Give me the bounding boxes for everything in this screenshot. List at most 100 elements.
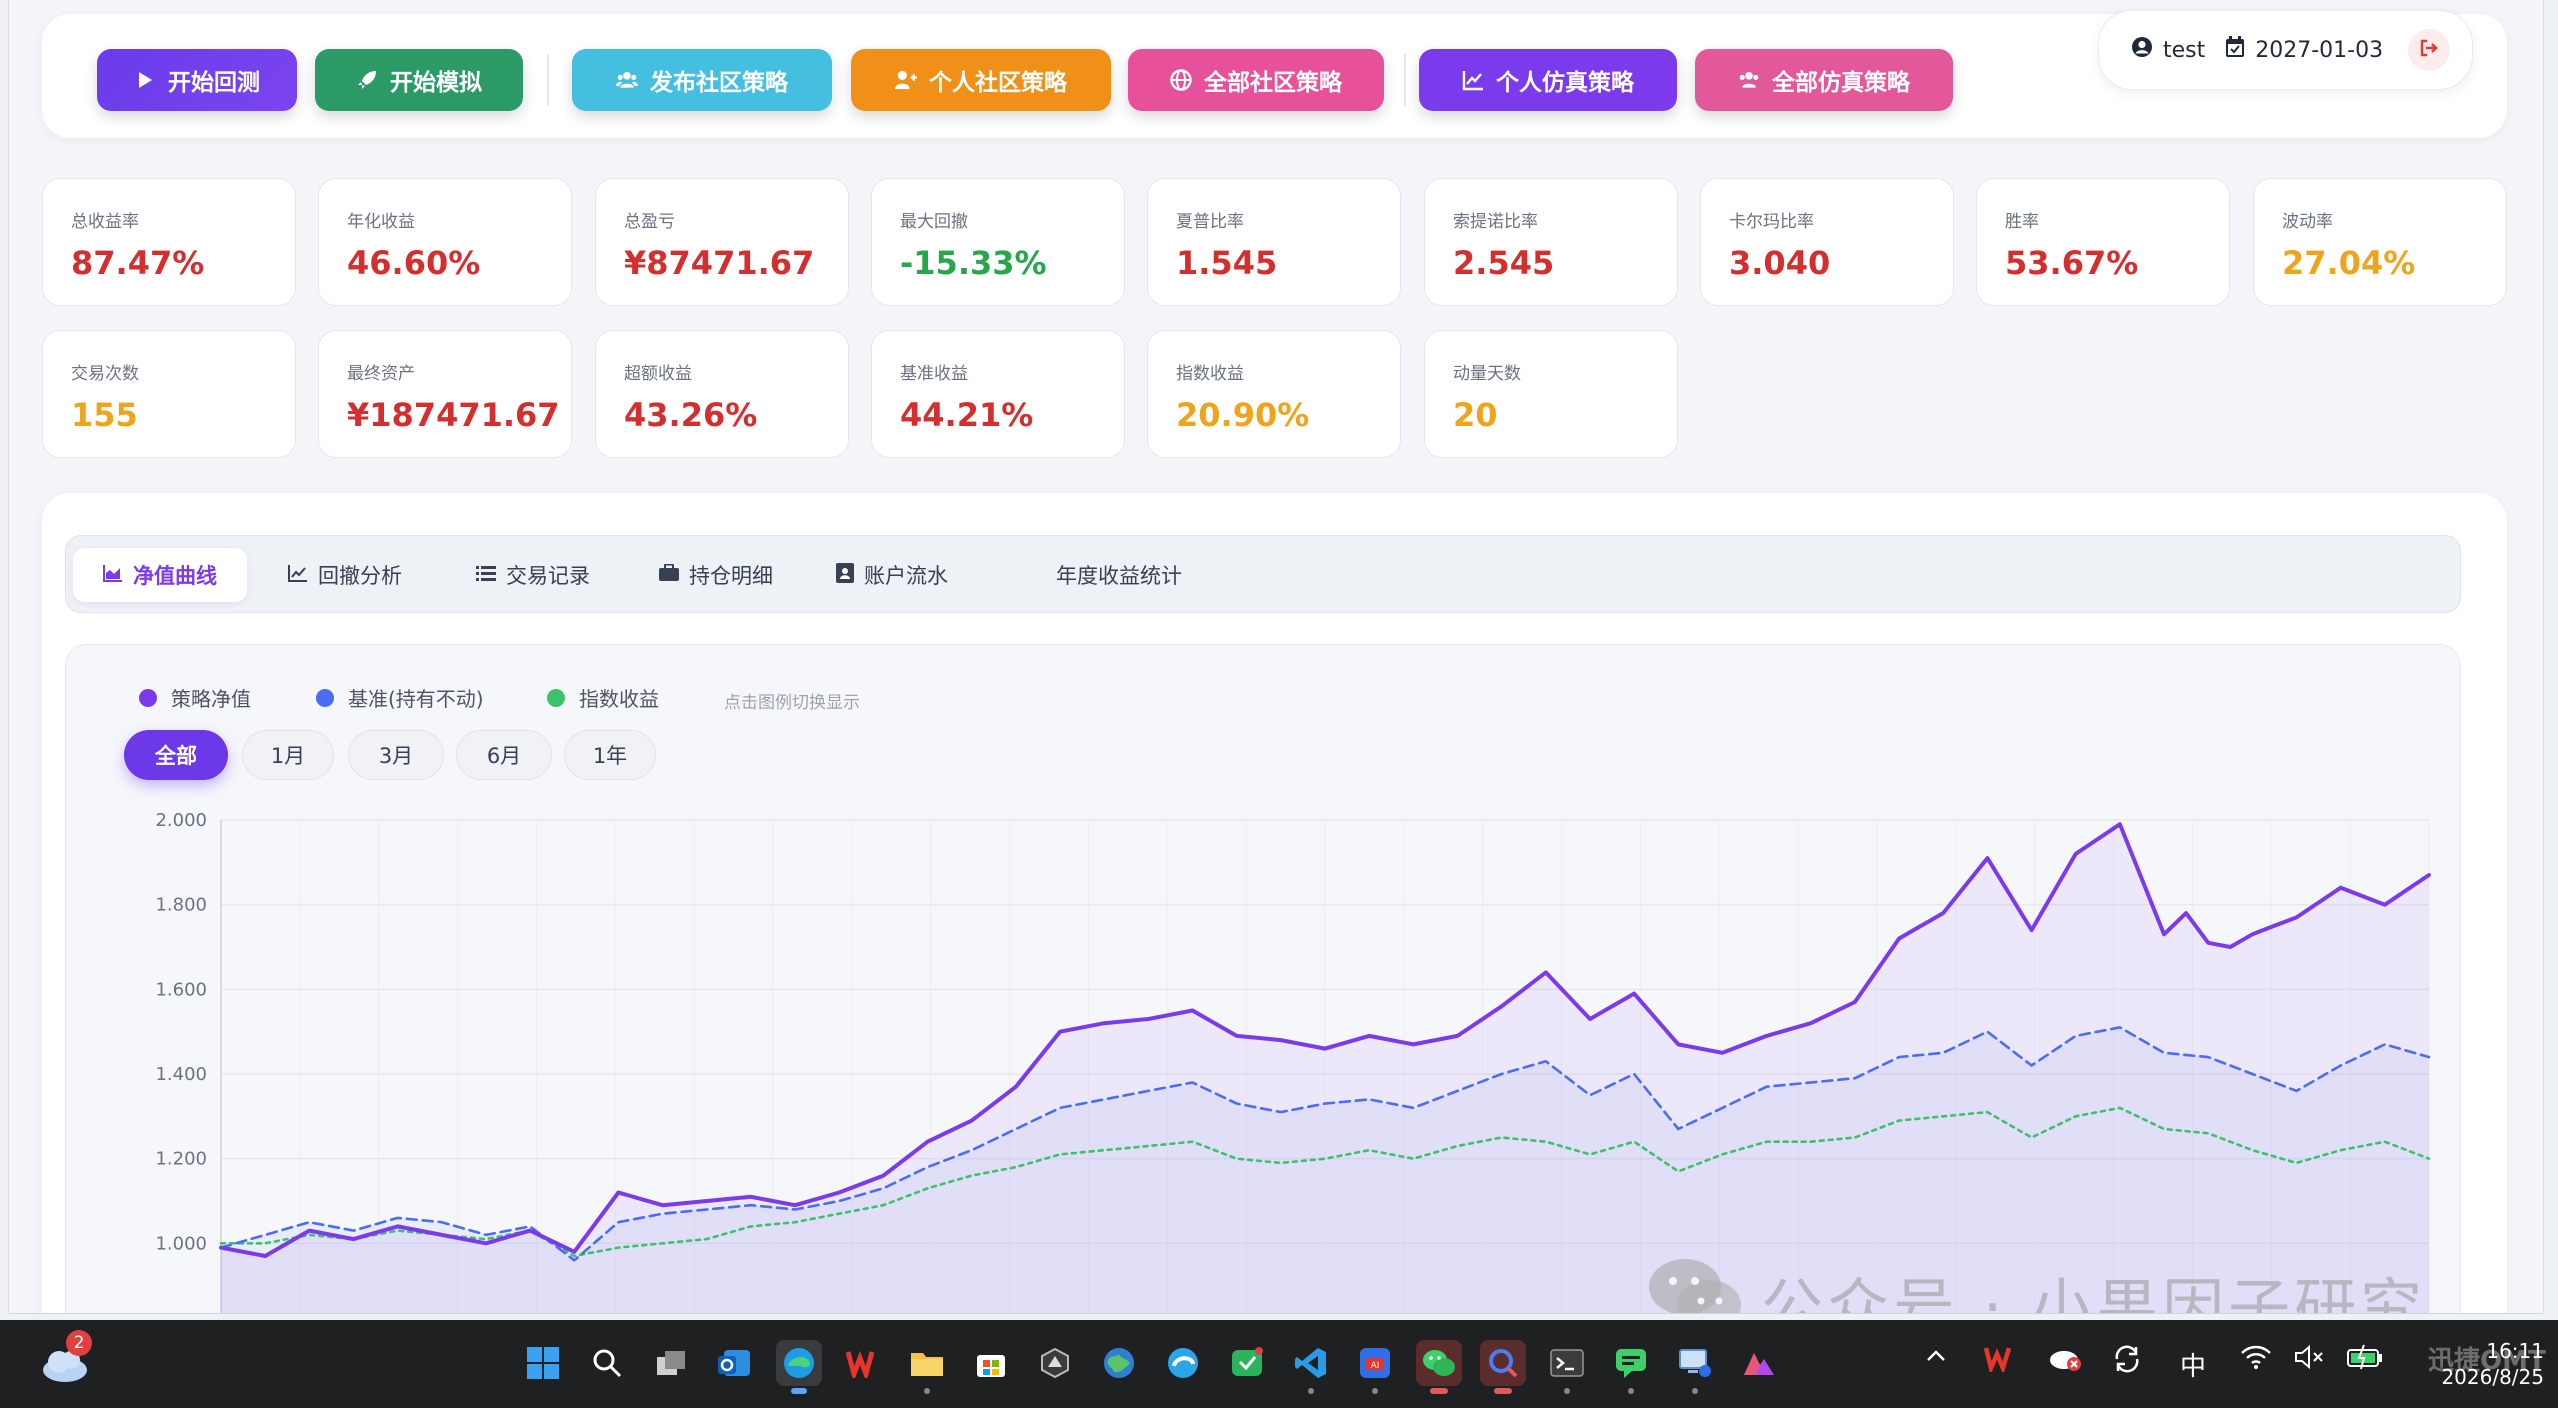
wifi-icon[interactable] (2240, 1344, 2272, 1376)
range-6m-button[interactable]: 6月 (456, 730, 552, 780)
tab-label: 年度收益统计 (1056, 564, 1182, 588)
vscode-icon[interactable] (1288, 1340, 1334, 1394)
y-tick-label: 1.000 (155, 1233, 207, 1254)
corner-watermark: 迅捷OMT (2428, 1346, 2546, 1376)
line-chart-icon (1462, 69, 1484, 91)
button-label: 个人社区策略 (929, 70, 1067, 96)
svg-text:AI: AI (1371, 1361, 1380, 1371)
publish-community-strategy-button[interactable]: 发布社区策略 (572, 49, 832, 111)
running-indicator (1308, 1388, 1314, 1394)
file-explorer-icon[interactable] (904, 1340, 950, 1394)
metric-card-benchmark-return: 基准收益 44.21% (871, 330, 1125, 458)
metric-label: 总收益率 (71, 212, 139, 232)
metric-card-index-return: 指数收益 20.90% (1147, 330, 1401, 458)
quark-search-icon[interactable] (1480, 1340, 1526, 1394)
show-hidden-icons-button[interactable] (1924, 1344, 1948, 1374)
metric-value: ¥87471.67 (624, 244, 815, 282)
calendar-icon (2225, 36, 2245, 64)
logout-button[interactable] (2408, 29, 2450, 71)
tab-label: 交易记录 (506, 564, 590, 588)
play-icon (134, 69, 156, 91)
tab-annual-stats[interactable]: 年度收益统计 (1026, 548, 1212, 602)
tab-holdings[interactable]: 持仓明细 (629, 548, 803, 602)
wechat-icon (1647, 1255, 1743, 1313)
outlook-icon[interactable] (712, 1340, 758, 1386)
button-label: 全部社区策略 (1204, 70, 1342, 96)
range-all-button[interactable]: 全部 (124, 730, 228, 780)
wechat-work-icon[interactable] (1224, 1340, 1270, 1386)
tab-account-ledger[interactable]: 账户流水 (806, 548, 978, 602)
windows-taskbar: 2 AI 中 16:11 2026/8/25 迅捷OMT (0, 1320, 2558, 1408)
metric-value: 1.545 (1176, 244, 1278, 282)
start-simulation-button[interactable]: 开始模拟 (315, 49, 523, 111)
all-simulation-strategy-button[interactable]: 全部仿真策略 (1695, 49, 1953, 111)
tab-drawdown-analysis[interactable]: 回撤分析 (258, 548, 432, 602)
metric-value: ¥187471.67 (347, 396, 560, 434)
battery-icon[interactable] (2346, 1344, 2384, 1376)
metric-value: 46.60% (347, 244, 481, 282)
input-method-indicator[interactable]: 中 (2180, 1346, 2206, 1383)
weather-widget[interactable]: 2 (34, 1330, 92, 1392)
task-view-icon[interactable] (648, 1340, 694, 1386)
cursor-app-icon[interactable] (1032, 1340, 1078, 1386)
my-simulation-strategy-button[interactable]: 个人仿真策略 (1419, 49, 1677, 111)
volume-muted-icon[interactable] (2294, 1344, 2326, 1376)
metric-card-sortino: 索提诺比率 2.545 (1424, 178, 1678, 306)
terminal-icon[interactable] (1544, 1340, 1590, 1394)
tab-equity-curve[interactable]: 净值曲线 (73, 548, 247, 602)
metric-value: 155 (71, 396, 138, 434)
metric-value: 87.47% (71, 244, 205, 282)
range-3m-button[interactable]: 3月 (348, 730, 444, 780)
metric-card-win-rate: 胜率 53.67% (1976, 178, 2230, 306)
wps-icon[interactable] (840, 1340, 886, 1386)
chat-app-icon[interactable] (1608, 1340, 1654, 1394)
all-community-strategy-button[interactable]: 全部社区策略 (1128, 49, 1384, 111)
legend-benchmark[interactable]: 基准(持有不动) (316, 683, 484, 712)
start-backtest-button[interactable]: 开始回测 (97, 49, 297, 111)
edge-ai-icon[interactable] (1160, 1340, 1206, 1386)
search-icon[interactable] (584, 1340, 630, 1386)
wps-tray-icon[interactable] (1983, 1344, 2016, 1378)
metric-value: 3.040 (1729, 244, 1831, 282)
active-indicator (1494, 1388, 1512, 1394)
button-label: 个人仿真策略 (1496, 70, 1634, 96)
result-tabs: 净值曲线 回撤分析 交易记录 持仓明细 账户流水 年度收益统计 (65, 535, 2461, 613)
cloud-sync-icon[interactable] (2048, 1344, 2084, 1378)
sync-icon[interactable] (2112, 1344, 2142, 1380)
baidu-app-icon[interactable]: AI (1352, 1340, 1398, 1394)
globe-app-icon[interactable] (1096, 1340, 1142, 1386)
legend-hint: 点击图例切换显示 (724, 693, 860, 713)
watermark: 公众号 · 小果因子研究 (1647, 1255, 2426, 1313)
metric-label: 总盈亏 (624, 212, 675, 232)
running-indicator (1564, 1388, 1570, 1394)
tab-label: 账户流水 (864, 564, 948, 588)
users-icon (1738, 69, 1760, 91)
ai-app-icon[interactable] (1736, 1340, 1782, 1386)
wechat-icon[interactable] (1416, 1340, 1462, 1394)
metric-value: 20.90% (1176, 396, 1310, 434)
range-1m-button[interactable]: 1月 (242, 730, 334, 780)
tab-trade-records[interactable]: 交易记录 (446, 548, 620, 602)
metric-card-total-pnl: 总盈亏 ¥87471.67 (595, 178, 849, 306)
metric-value: 43.26% (624, 396, 758, 434)
edge-browser-icon[interactable] (776, 1340, 822, 1394)
legend-index[interactable]: 指数收益 (547, 683, 659, 712)
active-indicator (1430, 1388, 1448, 1394)
globe-icon (1170, 69, 1192, 91)
current-date: 2027-01-03 (2255, 37, 2384, 63)
metric-label: 夏普比率 (1176, 212, 1244, 232)
y-tick-label: 1.200 (155, 1149, 207, 1170)
my-community-strategy-button[interactable]: 个人社区策略 (851, 49, 1111, 111)
user-plus-icon (895, 69, 917, 91)
remote-desktop-icon[interactable] (1672, 1340, 1718, 1394)
button-label: 开始模拟 (390, 70, 482, 96)
toolbar-divider (1404, 54, 1406, 106)
legend-strategy[interactable]: 策略净值 (139, 683, 251, 712)
metric-label: 交易次数 (71, 364, 139, 384)
user-info-box: test 2027-01-03 (2098, 10, 2473, 90)
microsoft-store-icon[interactable] (968, 1340, 1014, 1386)
range-1y-button[interactable]: 1年 (564, 730, 656, 780)
tab-label: 回撤分析 (318, 564, 402, 588)
start-menu-icon[interactable] (520, 1340, 566, 1386)
legend-label: 指数收益 (579, 687, 659, 711)
